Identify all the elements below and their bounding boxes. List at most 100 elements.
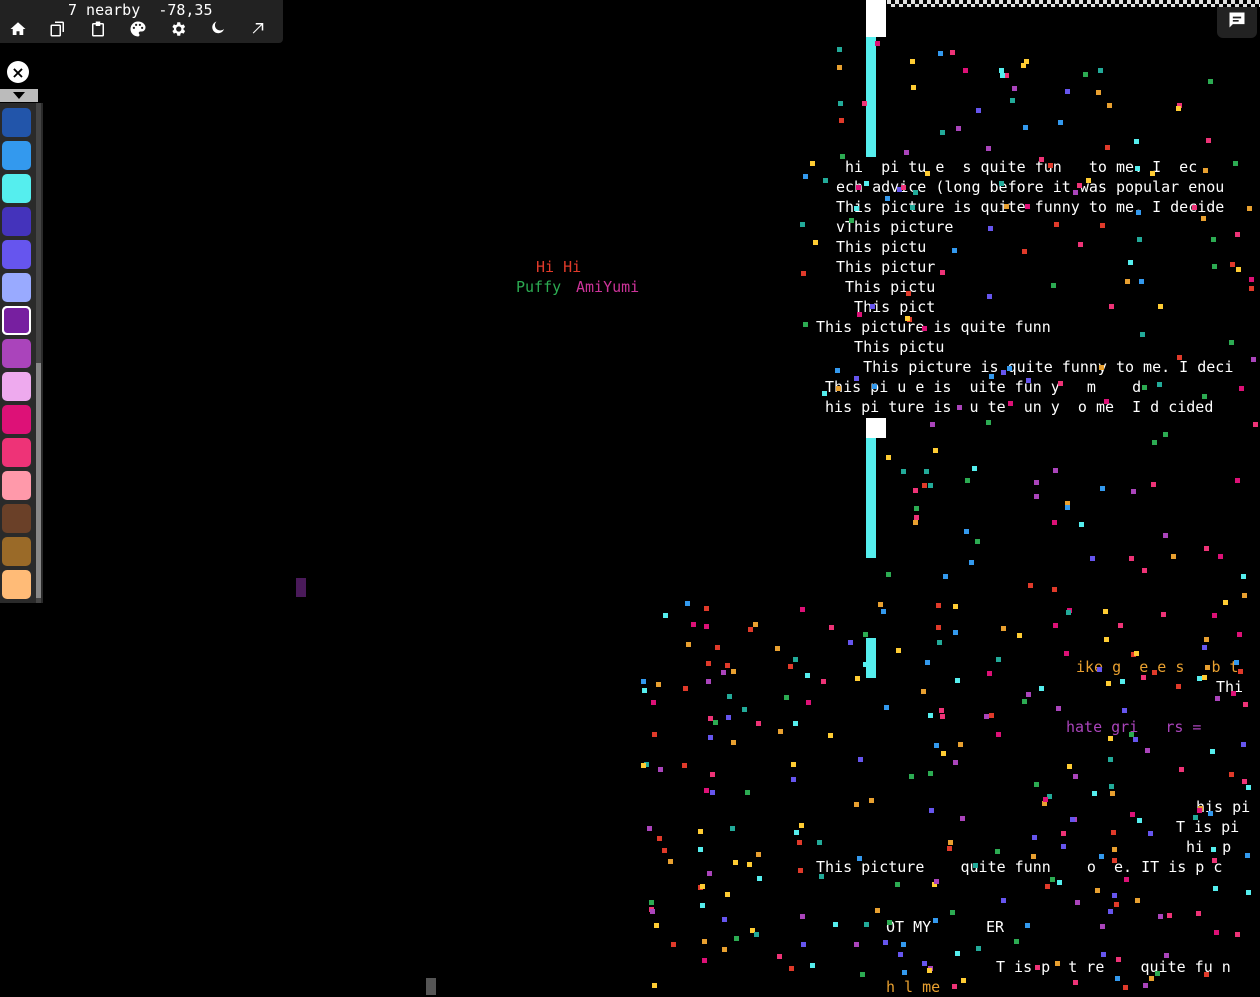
color-swatch[interactable] [2, 504, 31, 533]
color-swatch[interactable] [2, 438, 31, 467]
color-swatch[interactable] [2, 207, 31, 236]
pixel-dot [1096, 90, 1101, 95]
pixel-dot [1205, 665, 1210, 670]
pixel-dot [1157, 382, 1162, 387]
pixel-dot [1196, 911, 1201, 916]
color-swatch[interactable] [2, 273, 31, 302]
pixel-dot [864, 922, 869, 927]
pixel-dot [1118, 623, 1123, 628]
arrow-icon[interactable] [246, 18, 270, 40]
pixel-dot [1235, 478, 1240, 483]
pixel-dot [1090, 556, 1095, 561]
pixel-dot [1214, 930, 1219, 935]
pixel-dot [793, 657, 798, 662]
pixel-dot [986, 420, 991, 425]
pixel-dot [963, 68, 968, 73]
pixel-dot [1145, 748, 1150, 753]
pixel-dot [706, 679, 711, 684]
pixel-dot [858, 757, 863, 762]
pixel-dot [1238, 669, 1243, 674]
pixel-dot [1136, 210, 1141, 215]
pixel-dot [896, 648, 901, 653]
color-swatch[interactable] [2, 405, 31, 434]
pixel-dot [1067, 764, 1072, 769]
pixel-dot [829, 625, 834, 630]
pixel-dot [1131, 489, 1136, 494]
pixel-dot [1155, 971, 1160, 976]
color-swatch[interactable] [2, 339, 31, 368]
pixel-dot [922, 961, 927, 966]
color-swatch[interactable] [2, 141, 31, 170]
pixel-dot [791, 762, 796, 767]
color-swatch[interactable] [2, 306, 31, 335]
color-swatch[interactable] [2, 471, 31, 500]
pixel-dot [1035, 965, 1040, 970]
moon-icon[interactable] [206, 18, 230, 40]
pixel-dot [1129, 556, 1134, 561]
pixel-dot [1161, 612, 1166, 617]
pixel-dot [930, 422, 935, 427]
pixel-dot [1143, 983, 1148, 988]
pixel-dot [988, 226, 993, 231]
pixel-dot [1054, 222, 1059, 227]
pixel-dot [1202, 394, 1207, 399]
pixel-dot [972, 466, 977, 471]
pixel-dot [1230, 262, 1235, 267]
pixel-dot [854, 802, 859, 807]
color-swatch[interactable] [2, 372, 31, 401]
pixel-dot [685, 601, 690, 606]
paste-icon[interactable] [86, 18, 110, 40]
pixel-dot [647, 826, 652, 831]
pixel-dot [910, 205, 915, 210]
pixel-dot [757, 876, 762, 881]
color-swatch[interactable] [2, 570, 31, 599]
pixel-dot [1048, 163, 1053, 168]
pixel-dot [1112, 847, 1117, 852]
scrollbar-thumb[interactable] [36, 363, 41, 598]
pixel-dot [1135, 166, 1140, 171]
palette-icon[interactable] [126, 18, 150, 40]
pixel-dot [1192, 205, 1197, 210]
pixel-dot [875, 41, 880, 46]
pixel-dot [1001, 370, 1006, 375]
pixel-dot [837, 47, 842, 52]
pixel-dot [1010, 98, 1015, 103]
palette-scrollbar[interactable] [36, 103, 41, 603]
pixel-dot [810, 963, 815, 968]
pixel-dot [1236, 267, 1241, 272]
pixel-dot [722, 917, 727, 922]
color-swatch[interactable] [2, 537, 31, 566]
chat-button[interactable] [1217, 2, 1257, 38]
pixel-dot [1070, 817, 1075, 822]
color-swatch[interactable] [2, 174, 31, 203]
pixel-dot [921, 689, 926, 694]
pixel-dot [800, 914, 805, 919]
canvas-text-line: Thi [1216, 678, 1244, 696]
pixel-dot [730, 826, 735, 831]
pixel-dot [1066, 610, 1071, 615]
pixel-dot [698, 847, 703, 852]
pixel-dot [958, 742, 963, 747]
pixel-dot [953, 604, 958, 609]
pixel-dot [885, 196, 890, 201]
pixel-dot [654, 923, 659, 928]
pixel-dot [1025, 923, 1030, 928]
pixel-dot [651, 700, 656, 705]
pixel-dot [682, 763, 687, 768]
palette-collapse-button[interactable] [0, 89, 38, 102]
pixel-dot [710, 772, 715, 777]
pixel-dot [1202, 675, 1207, 680]
canvas-text-line: This picture is quite funny to me. I dec… [836, 198, 1225, 216]
pixel-dot [1052, 520, 1057, 525]
pixel-dot [731, 740, 736, 745]
pixel-dot [886, 572, 891, 577]
close-palette-button[interactable]: × [7, 61, 29, 83]
color-swatch[interactable] [2, 240, 31, 269]
copy-icon[interactable] [46, 18, 70, 40]
pixel-dot [1128, 260, 1133, 265]
home-icon[interactable] [6, 18, 30, 40]
pixel-dot [652, 983, 657, 988]
color-swatch[interactable] [2, 108, 31, 137]
pixel-dot [1202, 645, 1207, 650]
gear-icon[interactable] [166, 18, 190, 40]
